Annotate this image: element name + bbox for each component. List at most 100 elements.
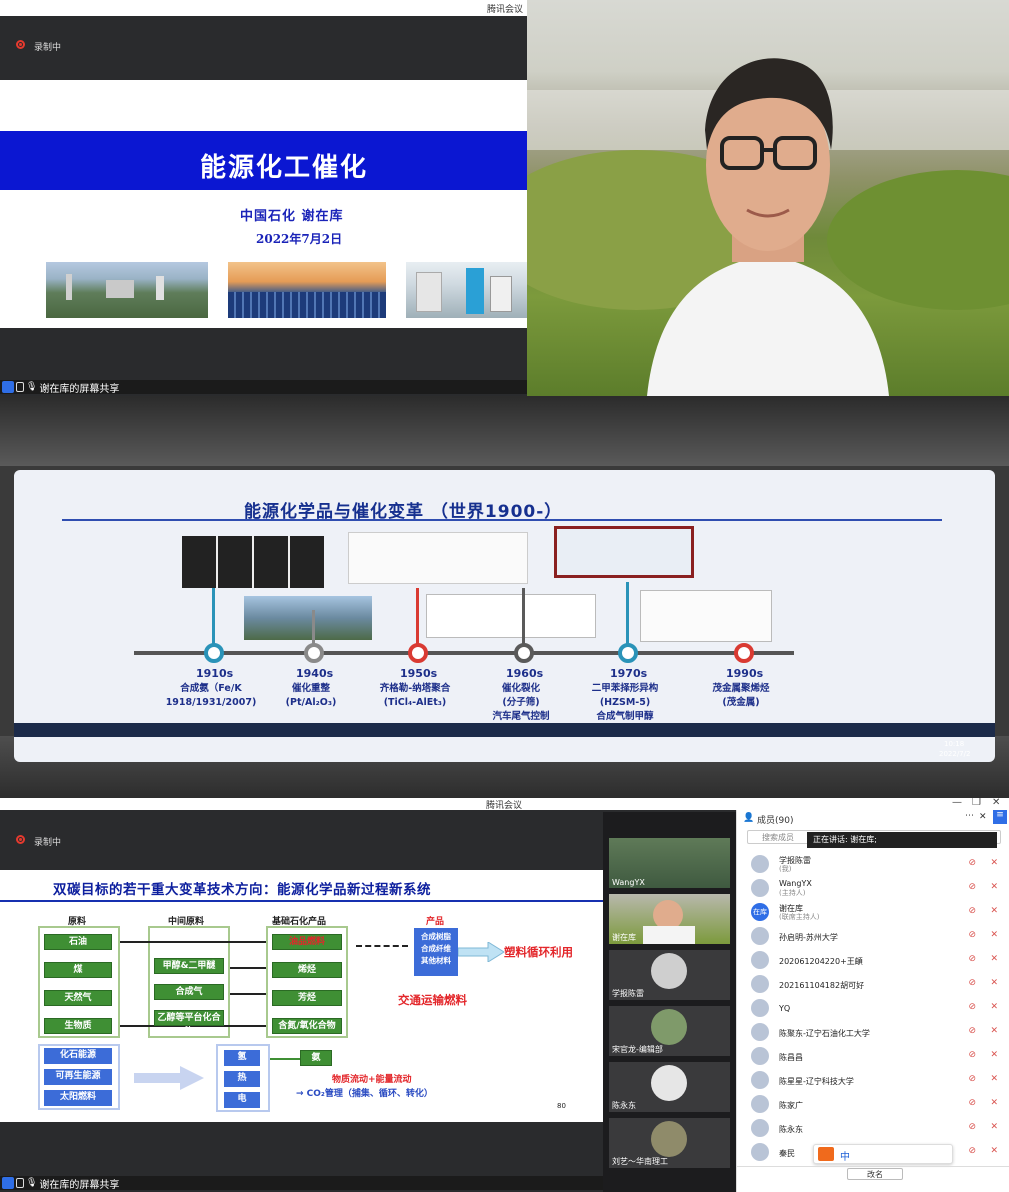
member-row[interactable]: 陈聚东-辽宁石油化工大学 ⊘ ✕ (737, 1020, 1009, 1044)
arrow-right-icon (458, 942, 504, 962)
camera-off-icon[interactable]: ⊘ (968, 978, 976, 988)
camera-off-icon[interactable]: ⊘ (968, 1098, 976, 1108)
camera-off-icon[interactable]: ⊘ (968, 1146, 976, 1156)
product-item: 合成纤维 (421, 944, 451, 953)
menu-icon[interactable]: ≡ (993, 810, 1007, 824)
base-product-box: 烯烃 (272, 962, 342, 978)
raw-material-box: 煤 (44, 962, 112, 978)
video-tile[interactable]: 宋官龙-编辑部 (609, 1006, 730, 1056)
member-row[interactable]: 202161104182胡可好 ⊘ ✕ (737, 972, 1009, 996)
mic-muted-icon[interactable]: ✕ (990, 858, 998, 868)
ime-logo-icon (818, 1147, 834, 1161)
rename-button[interactable]: 改名 (847, 1168, 903, 1180)
camera-off-icon[interactable]: ⊘ (968, 954, 976, 964)
slide-title: 能源化工催化 (200, 153, 369, 183)
mic-muted-icon[interactable]: ✕ (990, 906, 998, 916)
timeline-node (618, 643, 638, 663)
raw-material-box: 生物质 (44, 1018, 112, 1034)
raw-material-box: 石油 (44, 934, 112, 950)
shared-slide: 双碳目标的若干重大变革技术方向：能源化学品新过程新系统 原料 中间原料 基础石化… (0, 870, 603, 1122)
timeline-node (734, 643, 754, 663)
renewable-box: 化石能源 (44, 1048, 112, 1064)
mic-muted-icon[interactable]: ✕ (990, 1050, 998, 1060)
timeline-node (204, 643, 224, 663)
renewable-box: 太阳燃料 (44, 1090, 112, 1106)
member-row[interactable]: YQ ⊘ ✕ (737, 996, 1009, 1020)
flow-label: 物质流动+能量流动 (332, 1075, 412, 1085)
product-item: 合成树脂 (421, 932, 451, 941)
video-tile[interactable]: 谢在库 (609, 894, 730, 944)
mic-muted-icon[interactable]: ✕ (990, 1098, 998, 1108)
member-row[interactable]: 陈永东 ⊘ ✕ (737, 1116, 1009, 1140)
video-tile[interactable]: 学报陈雷 (609, 950, 730, 1000)
member-row[interactable]: 学报陈雷 (我) ⊘ ✕ (737, 852, 1009, 876)
member-avatar (751, 1023, 769, 1041)
camera-off-icon[interactable]: ⊘ (968, 1074, 976, 1084)
plastic-recycle-label: 塑料循环利用 (504, 945, 573, 959)
member-role: (联席主持人) (779, 913, 820, 921)
speaking-label: 正在讲话: 谢在库; (813, 835, 877, 844)
co2-label: → CO₂管理（捕集、循环、转化） (296, 1089, 433, 1099)
close-panel-icon[interactable]: ✕ (979, 812, 987, 822)
members-header: 👤 成员(90) ⋯ ✕ ≡ (737, 810, 1009, 828)
member-row[interactable]: WangYX (主持人) ⊘ ✕ (737, 876, 1009, 900)
members-panel: 👤 成员(90) ⋯ ✕ ≡ 搜索成员 正在讲话: 谢在库; 学报陈雷 (我) ⊘ ✕… (736, 810, 1009, 1192)
mic-muted-icon[interactable]: ✕ (990, 1074, 998, 1084)
member-row[interactable]: 陈星星-辽宁科技大学 ⊘ ✕ (737, 1068, 1009, 1092)
avatar (651, 1009, 687, 1045)
timeline-node (304, 643, 324, 663)
timeline-description: 茂金属聚烯烃 (茂金属) (712, 683, 770, 708)
member-name: 陈星星-辽宁科技大学 (779, 1077, 854, 1086)
mic-icon: 🎙 (26, 382, 38, 392)
transport-fuel-label: 交通运输燃料 (398, 993, 467, 1007)
member-row[interactable]: 陈家广 ⊘ ✕ (737, 1092, 1009, 1116)
timeline-node (514, 643, 534, 663)
video-tile[interactable]: 刘艺～华南理工 (609, 1118, 730, 1168)
camera-off-icon[interactable]: ⊘ (968, 1050, 976, 1060)
camera-off-icon[interactable]: ⊘ (968, 1002, 976, 1012)
camera-off-icon[interactable]: ⊘ (968, 858, 976, 868)
mic-muted-icon[interactable]: ✕ (990, 930, 998, 940)
video-tile-label: 刘艺～华南理工 (612, 1157, 668, 1166)
more-icon[interactable]: ⋯ (965, 811, 974, 821)
camera-off-icon[interactable]: ⊘ (968, 906, 976, 916)
flow-arrow (230, 993, 266, 995)
member-row[interactable]: 2020612042​20+王頔 ⊘ ✕ (737, 948, 1009, 972)
video-tile[interactable]: 陈永东 (609, 1062, 730, 1112)
mic-muted-icon[interactable]: ✕ (990, 954, 998, 964)
speaker-shirt (643, 926, 695, 944)
camera-off-icon[interactable]: ⊘ (968, 1122, 976, 1132)
member-row[interactable]: 在库 谢在库 (联席主持人) ⊘ ✕ (737, 900, 1009, 924)
mic-muted-icon[interactable]: ✕ (990, 1122, 998, 1132)
mic-muted-icon[interactable]: ✕ (990, 882, 998, 892)
camera-off-icon[interactable]: ⊘ (968, 882, 976, 892)
member-row[interactable]: 孙启明-苏州大学 ⊘ ✕ (737, 924, 1009, 948)
timeline-connector (416, 588, 419, 651)
mic-muted-icon[interactable]: ✕ (990, 978, 998, 988)
share-status-bar: 🎙 谢在库的屏幕共享 (0, 1176, 603, 1191)
mic-muted-icon[interactable]: ✕ (990, 1026, 998, 1036)
restore-icon[interactable]: ❐ (972, 798, 981, 808)
mic-muted-icon[interactable]: ✕ (990, 1002, 998, 1012)
projected-clock-date: 2022/7/2 (939, 750, 971, 758)
close-icon[interactable]: ✕ (992, 798, 1000, 808)
app-title: 腾讯会议 (486, 5, 523, 15)
user-icon (2, 381, 14, 393)
ime-toolbar[interactable]: 中 (813, 1144, 953, 1164)
camera-off-icon[interactable]: ⊘ (968, 1026, 976, 1036)
window-title-bar: 腾讯会议 (0, 0, 527, 16)
solar-farm-photo (228, 262, 386, 318)
screen-icon (16, 1178, 24, 1188)
timeline-year: 1990s (726, 667, 764, 680)
member-avatar (751, 1119, 769, 1137)
minimize-icon[interactable]: — (952, 798, 962, 808)
member-row[interactable]: 陈昌昌 ⊘ ✕ (737, 1044, 1009, 1068)
recording-label: 录制中 (34, 43, 62, 53)
video-tile[interactable]: WangYX (609, 838, 730, 888)
member-avatar (751, 1047, 769, 1065)
share-label: 谢在库的屏幕共享 (39, 1179, 120, 1191)
camera-off-icon[interactable]: ⊘ (968, 930, 976, 940)
mic-muted-icon[interactable]: ✕ (990, 1146, 998, 1156)
timeline-connector (212, 588, 215, 651)
projected-clock-time: 10:18 (944, 740, 965, 748)
